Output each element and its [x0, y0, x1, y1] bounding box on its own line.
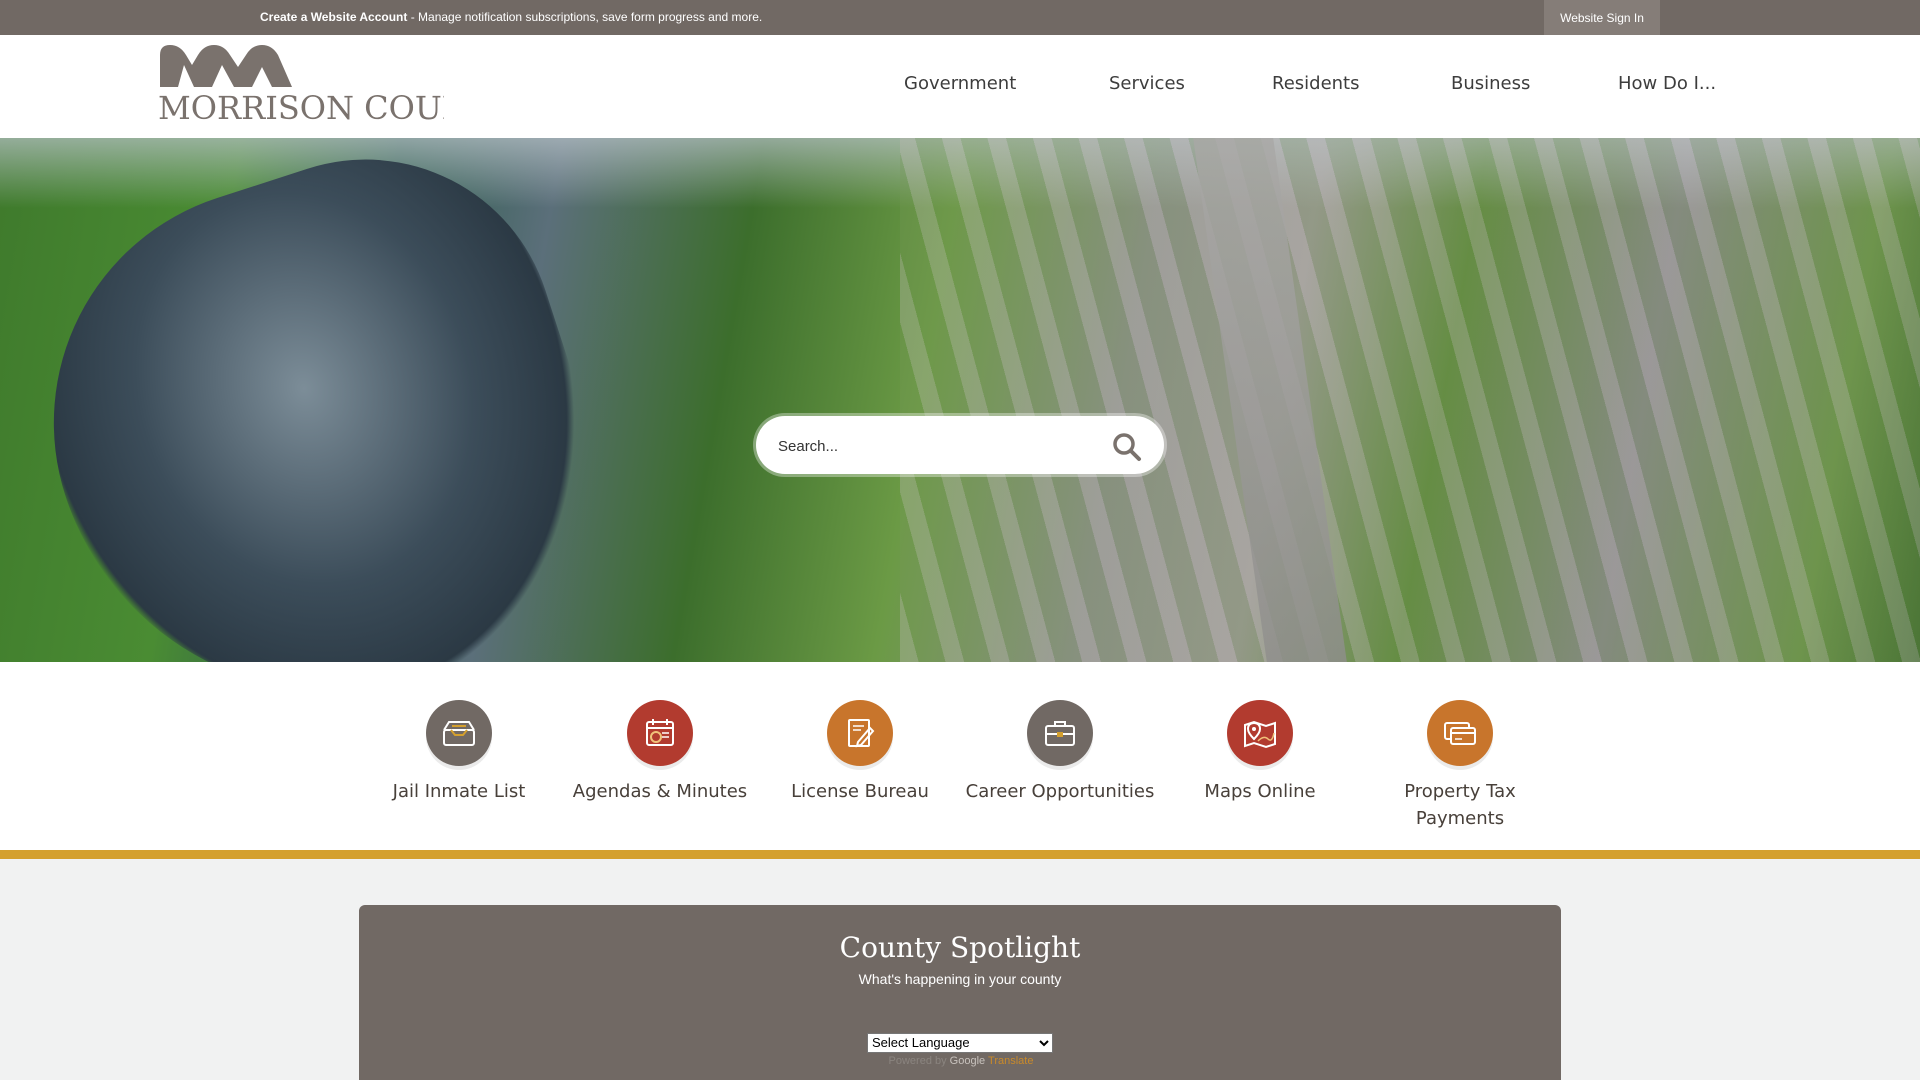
search-icon: [1113, 433, 1141, 461]
nav-government[interactable]: Government: [904, 73, 1016, 94]
map-pin-icon: [1244, 720, 1276, 749]
hero-town: [900, 138, 1920, 662]
top-utility-bar: Create a Website Account - Manage notifi…: [0, 0, 1920, 35]
google-translate-widget: Select Language Powered by Google Transl…: [867, 1032, 1055, 1067]
language-select[interactable]: Select Language: [867, 1032, 1053, 1053]
nav-business[interactable]: Business: [1451, 73, 1530, 94]
logo-mark-icon: MORRISON COUNTY: [158, 45, 444, 123]
quick-link-circle: [1427, 700, 1493, 766]
quick-link-circle: [627, 700, 693, 766]
search-input[interactable]: [778, 430, 1098, 462]
quick-link-circle: [1027, 700, 1093, 766]
inbox-tray-icon: [443, 721, 475, 746]
quick-link-maps-online[interactable]: Maps Online: [1160, 700, 1360, 805]
logo-text: MORRISON COUNTY: [158, 89, 444, 123]
powered-by-google: Powered by Google Translate: [867, 1055, 1055, 1067]
briefcase-icon: [1045, 721, 1075, 746]
county-spotlight-section: County Spotlight What's happening in you…: [359, 905, 1561, 1080]
quick-link-label: Career Opportunities: [965, 781, 1155, 802]
spotlight-title: County Spotlight: [839, 931, 1081, 964]
calendar-clock-icon: [646, 719, 674, 746]
translate-link[interactable]: Translate: [988, 1055, 1033, 1067]
create-account-description: - Manage notification subscriptions, sav…: [407, 10, 763, 24]
quick-links-bar: Jail Inmate List Agendas & Minutes Licen…: [0, 662, 1920, 850]
quick-link-label: License Bureau: [791, 781, 929, 802]
hero-river: [0, 138, 648, 662]
quick-link-circle: [1227, 700, 1293, 766]
nav-residents[interactable]: Residents: [1272, 73, 1360, 94]
powered-by-text: Powered by: [888, 1054, 947, 1067]
quick-link-jail-inmate-list[interactable]: Jail Inmate List: [359, 700, 559, 805]
gold-divider: [0, 850, 1920, 859]
spotlight-subtitle: What's happening in your county: [858, 971, 1062, 987]
nav-how-do-i[interactable]: How Do I...: [1618, 73, 1716, 94]
quick-link-license-bureau[interactable]: License Bureau: [760, 700, 960, 805]
site-header: MORRISON COUNTY Government Services Resi…: [0, 35, 1920, 138]
morrison-county-logo[interactable]: MORRISON COUNTY: [158, 41, 444, 123]
quick-link-label: Maps Online: [1204, 781, 1316, 802]
website-sign-in-button[interactable]: Website Sign In: [1544, 0, 1660, 35]
quick-link-circle: [827, 700, 893, 766]
create-account-message: Create a Website Account - Manage notifi…: [260, 10, 762, 24]
hero-banner-image: [0, 138, 1920, 662]
quick-link-label: Property Tax Payments: [1404, 781, 1516, 829]
document-pen-icon: [848, 719, 875, 748]
quick-link-agendas-minutes[interactable]: Agendas & Minutes: [560, 700, 760, 805]
google-logo-text: Google: [949, 1054, 986, 1067]
quick-link-career-opportunities[interactable]: Career Opportunities: [960, 700, 1160, 805]
quick-link-circle: [426, 700, 492, 766]
create-account-link[interactable]: Create a Website Account: [260, 10, 407, 24]
quick-link-property-tax-payments[interactable]: Property Tax Payments: [1360, 700, 1560, 832]
quick-link-label: Agendas & Minutes: [572, 781, 748, 802]
credit-card-icon: [1444, 722, 1476, 745]
site-search: [756, 416, 1164, 474]
search-button[interactable]: [1112, 432, 1142, 462]
quick-link-label: Jail Inmate List: [392, 781, 526, 802]
nav-services[interactable]: Services: [1109, 73, 1185, 94]
